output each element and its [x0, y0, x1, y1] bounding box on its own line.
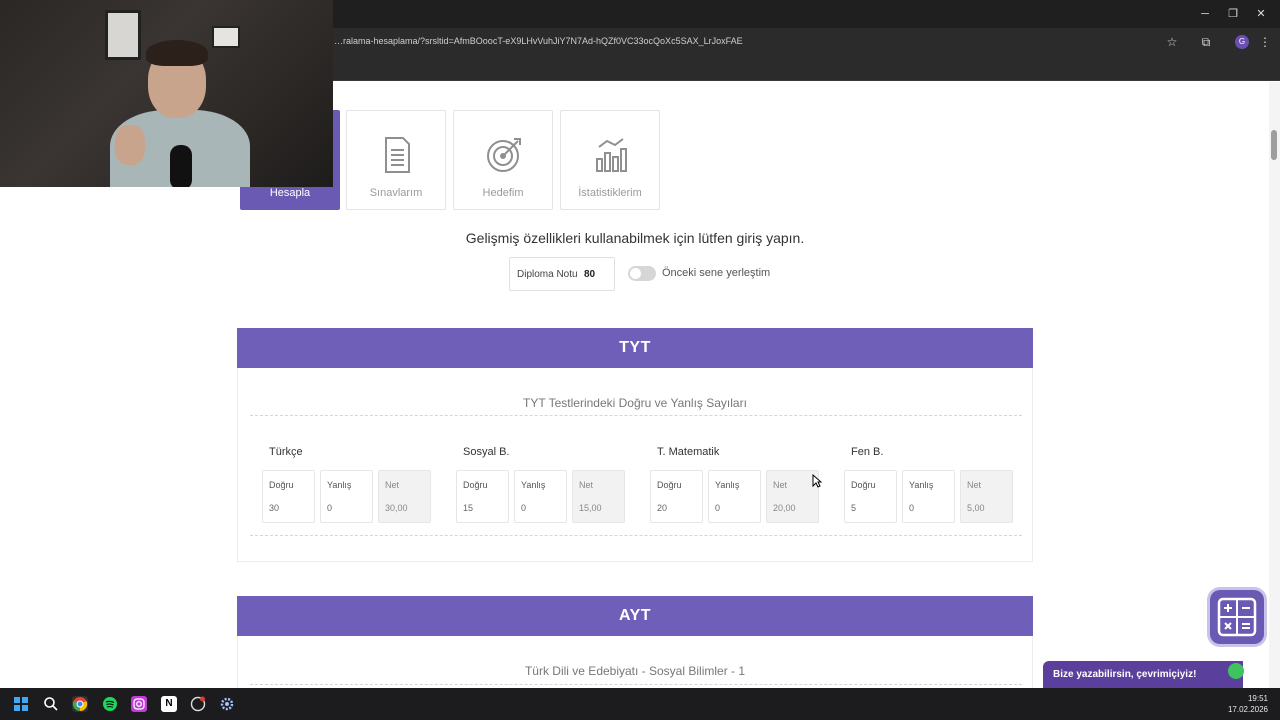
- field-value: 5,00: [967, 503, 985, 513]
- field-label: Doğru: [269, 480, 294, 490]
- bookmark-star-icon[interactable]: ☆: [1165, 35, 1179, 49]
- scroll-thumb[interactable]: [1271, 130, 1277, 160]
- online-indicator: [1228, 663, 1244, 679]
- restore-icon[interactable]: ❐: [1226, 7, 1240, 21]
- field-value: 30: [269, 503, 280, 513]
- tab-label: İstatistiklerim: [578, 187, 642, 199]
- field-label: Doğru: [851, 480, 876, 490]
- more-menu-icon[interactable]: ⋮: [1258, 35, 1272, 49]
- ayt-section: Türk Dili ve Edebiyatı - Sosyal Bilimler…: [237, 636, 1033, 696]
- field-value: 0: [715, 503, 721, 513]
- calculator-grid-icon: [1217, 597, 1257, 637]
- previous-year-toggle[interactable]: [628, 266, 656, 281]
- field-label: Yanlış: [715, 480, 740, 490]
- github-desktop-icon[interactable]: [190, 696, 206, 712]
- field-label: Net: [773, 480, 788, 490]
- ayt-subtitle: Türk Dili ve Edebiyatı - Sosyal Bilimler…: [524, 664, 746, 678]
- wall-frame: [212, 26, 240, 48]
- document-icon: [385, 137, 410, 173]
- field-label: Net: [579, 480, 594, 490]
- tab-sinavlarim[interactable]: Sınavlarım: [346, 110, 446, 210]
- person-hair: [146, 40, 208, 66]
- wrong-input[interactable]: Yanlış 0: [514, 470, 567, 523]
- spotify-icon[interactable]: [102, 696, 118, 712]
- field-value: 0: [327, 503, 333, 513]
- field-label: Yanlış: [327, 480, 352, 490]
- net-output: Net 30,00: [378, 470, 431, 523]
- tyt-header: TYT: [237, 328, 1033, 368]
- notion-icon[interactable]: N: [161, 696, 177, 712]
- field-label: Net: [967, 480, 982, 490]
- tyt-subtitle: TYT Testlerindeki Doğru ve Yanlış Sayıla…: [523, 396, 747, 410]
- login-message: Gelişmiş özellikleri kullanabilmek için …: [465, 230, 805, 246]
- clock-time: 19:51: [1247, 694, 1268, 703]
- chrome-icon[interactable]: [72, 696, 88, 712]
- mouse-cursor-icon: [812, 474, 822, 488]
- tab-label: Hedefim: [482, 187, 524, 199]
- field-value: 0: [909, 503, 915, 513]
- person-hand: [115, 125, 145, 165]
- wrong-input[interactable]: Yanlış 0: [320, 470, 373, 523]
- tab-label: Hesapla: [269, 187, 311, 199]
- divider: [250, 684, 1022, 685]
- windows-start-icon[interactable]: [13, 696, 29, 712]
- target-icon: [487, 138, 521, 172]
- settings-gear-icon[interactable]: [219, 696, 235, 712]
- subject-name: Türkçe: [269, 446, 303, 458]
- clock-date: 17.02.2026: [1227, 705, 1268, 714]
- tab-istatistiklerim[interactable]: İstatistiklerim: [560, 110, 660, 210]
- url-text[interactable]: …ralama-hesaplama/?srsltid=AfmBOoocT-eX9…: [334, 36, 743, 46]
- correct-input[interactable]: Doğru 5: [844, 470, 897, 523]
- field-value: 5: [851, 503, 857, 513]
- diploma-field[interactable]: Diploma Notu 80: [509, 257, 615, 291]
- divider: [250, 415, 1022, 416]
- field-value: 30,00: [385, 503, 408, 513]
- wrong-input[interactable]: Yanlış 0: [708, 470, 761, 523]
- microphone: [170, 145, 192, 187]
- field-label: Net: [385, 480, 400, 490]
- chart-icon: [596, 138, 627, 172]
- field-value: 20: [657, 503, 668, 513]
- field-label: Yanlış: [909, 480, 934, 490]
- subject-name: Sosyal B.: [463, 446, 510, 458]
- field-value: 0: [521, 503, 527, 513]
- subject-name: T. Matematik: [657, 446, 720, 458]
- minimize-icon[interactable]: ─: [1198, 7, 1212, 21]
- close-icon[interactable]: ✕: [1254, 7, 1268, 21]
- extensions-icon[interactable]: ⧉: [1199, 35, 1213, 49]
- field-label: Doğru: [657, 480, 682, 490]
- field-value: 15: [463, 503, 474, 513]
- correct-input[interactable]: Doğru 20: [650, 470, 703, 523]
- camera-app-icon[interactable]: [131, 696, 147, 712]
- page-scrollbar[interactable]: [1269, 82, 1280, 688]
- subject-name: Fen B.: [851, 446, 884, 458]
- chat-widget[interactable]: Bize yazabilirsin, çevrimiçiyiz!: [1043, 661, 1243, 688]
- previous-year-label: Önceki sene yerleştim: [662, 267, 771, 279]
- tyt-section: TYT Testlerindeki Doğru ve Yanlış Sayıla…: [237, 368, 1033, 562]
- field-value: 20,00: [773, 503, 796, 513]
- webcam-overlay: [0, 0, 333, 187]
- correct-input[interactable]: Doğru 15: [456, 470, 509, 523]
- calculator-button[interactable]: [1210, 590, 1264, 644]
- diploma-value[interactable]: 80: [584, 269, 595, 280]
- tab-hedefim[interactable]: Hedefim: [453, 110, 553, 210]
- divider: [250, 535, 1022, 536]
- net-output: Net 5,00: [960, 470, 1013, 523]
- wrong-input[interactable]: Yanlış 0: [902, 470, 955, 523]
- field-label: Yanlış: [521, 480, 546, 490]
- profile-avatar[interactable]: G: [1235, 35, 1249, 49]
- toggle-knob: [630, 268, 641, 279]
- net-output: Net 15,00: [572, 470, 625, 523]
- tab-label: Sınavlarım: [369, 187, 423, 199]
- correct-input[interactable]: Doğru 30: [262, 470, 315, 523]
- search-icon[interactable]: [43, 696, 59, 712]
- field-label: Doğru: [463, 480, 488, 490]
- diploma-label: Diploma Notu: [517, 269, 578, 280]
- wall-frame: [105, 10, 141, 60]
- field-value: 15,00: [579, 503, 602, 513]
- ayt-header: AYT: [237, 596, 1033, 636]
